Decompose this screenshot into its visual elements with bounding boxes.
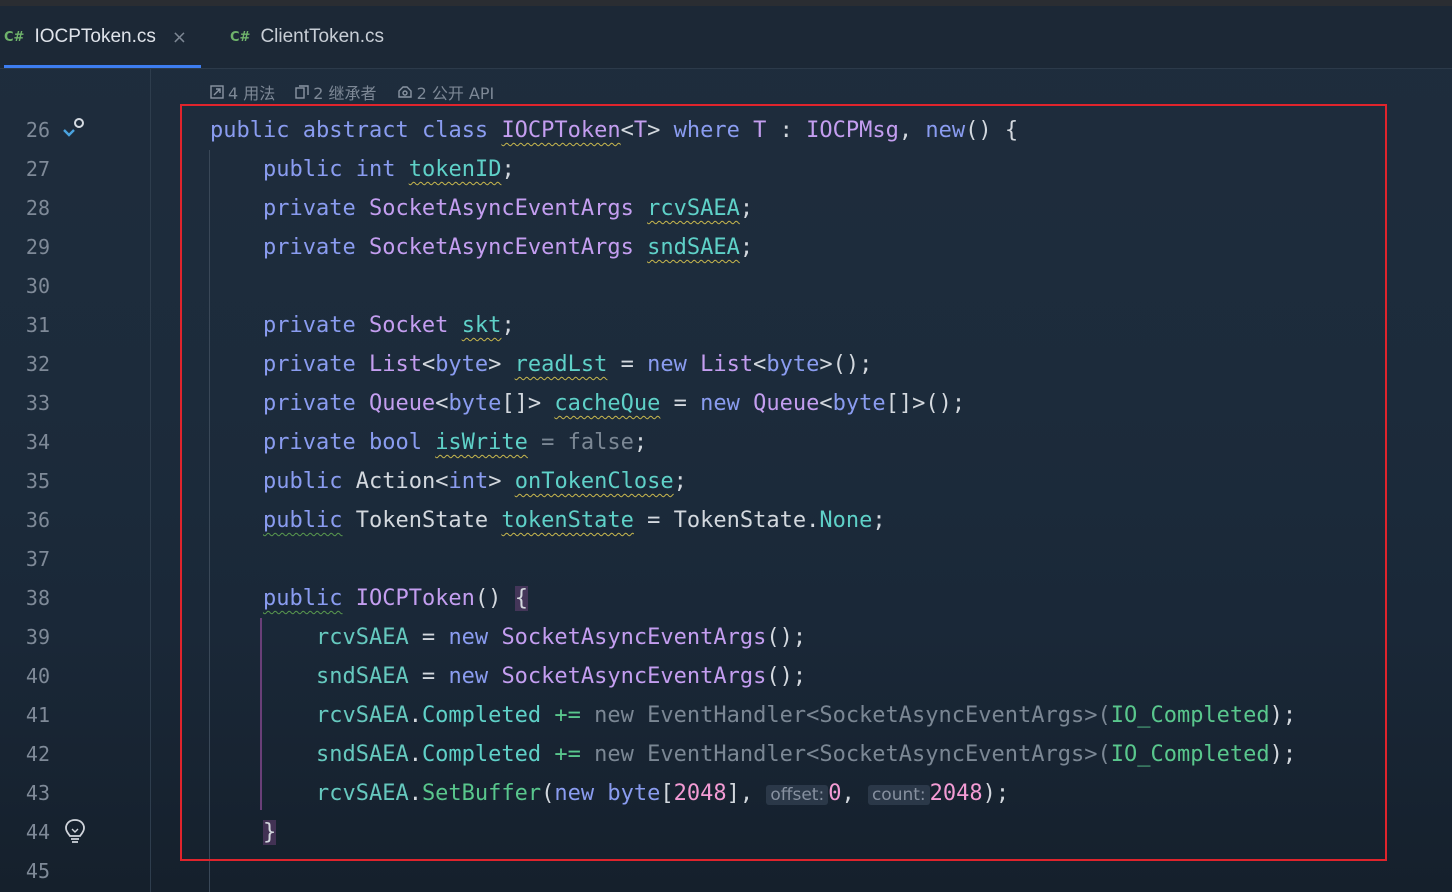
tab-label: IOCPToken.cs [34, 26, 156, 47]
line-number: 34 [25, 430, 50, 454]
line-number: 28 [25, 196, 50, 220]
csharp-file-icon: C# [230, 29, 251, 45]
public-api-icon [397, 86, 412, 98]
editor-tab-bar: C# IOCPToken.cs × C# ClientToken.cs [0, 6, 1452, 69]
line-number: 27 [25, 157, 50, 181]
line-number: 45 [25, 859, 50, 883]
tab-clienttoken[interactable]: C# ClientToken.cs [230, 6, 384, 68]
code-vision-hints: 4 用法 2 继承者 2 公开 API [210, 80, 494, 104]
tab-label: ClientToken.cs [260, 26, 384, 47]
line-number: 35 [25, 469, 50, 493]
line-number: 43 [25, 781, 50, 805]
line-number: 42 [25, 742, 50, 766]
usages-label: 4 用法 [228, 84, 276, 103]
tab-iocptoken[interactable]: C# IOCPToken.cs × [4, 6, 201, 68]
line-number: 31 [25, 313, 50, 337]
line-number: 40 [25, 664, 50, 688]
inheritors-icon [295, 85, 309, 99]
inheritors-hint[interactable]: 2 继承者 [295, 80, 377, 104]
inheritors-label: 2 继承者 [313, 84, 377, 103]
line-number: 32 [25, 352, 50, 376]
implemented-by-icon[interactable] [60, 116, 88, 144]
lightbulb-icon[interactable] [64, 818, 86, 844]
csharp-file-icon: C# [4, 29, 25, 45]
line-number: 39 [25, 625, 50, 649]
line-number: 29 [25, 235, 50, 259]
line-number: 33 [25, 391, 50, 415]
public-api-label: 2 公开 API [416, 84, 495, 103]
line-number: 38 [25, 586, 50, 610]
highlight-box [180, 104, 1387, 861]
line-number: 30 [25, 274, 50, 298]
line-number: 26 [25, 118, 50, 142]
line-number: 44 [25, 820, 50, 844]
line-number: 41 [25, 703, 50, 727]
usages-hint[interactable]: 4 用法 [210, 80, 275, 104]
line-number: 36 [25, 508, 50, 532]
close-icon[interactable]: × [172, 27, 187, 48]
usages-icon [210, 85, 224, 99]
public-api-hint[interactable]: 2 公开 API [397, 80, 495, 104]
line-number: 37 [25, 547, 50, 571]
